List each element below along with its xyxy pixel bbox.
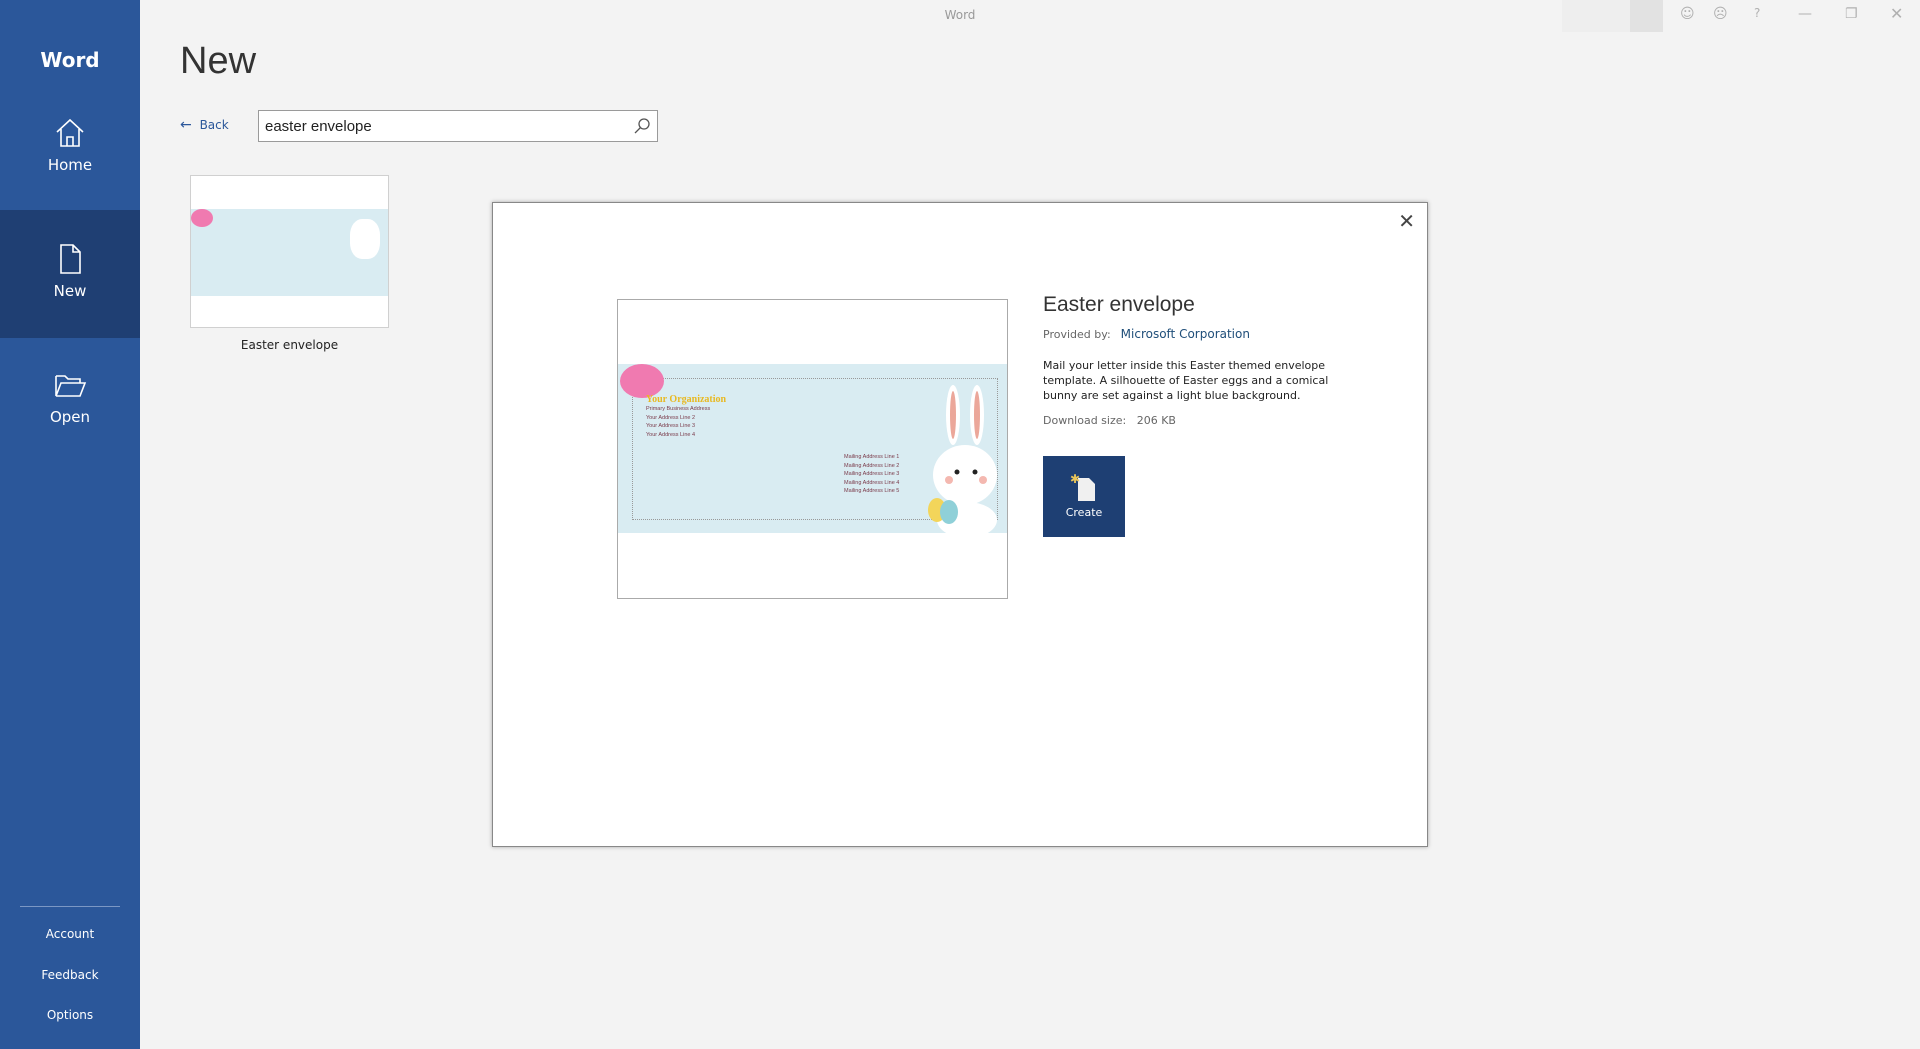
return-line: Your Address Line 3 bbox=[646, 423, 696, 429]
sidebar-divider bbox=[20, 906, 120, 907]
page-title: New bbox=[180, 40, 257, 82]
template-label[interactable]: Easter envelope bbox=[190, 338, 389, 352]
template-description: Mail your letter inside this Easter them… bbox=[1043, 359, 1329, 402]
sidebar-item-new[interactable]: New bbox=[0, 210, 140, 338]
svg-text:✱: ✱ bbox=[1070, 472, 1080, 486]
sidebar-item-label: Open bbox=[49, 408, 91, 426]
envelope-background: Your Organization Primary Business Addre… bbox=[618, 364, 1007, 533]
titlebar-blank-area bbox=[1630, 0, 1663, 32]
thumbnail-envelope-image bbox=[191, 209, 388, 296]
sidebar-item-options[interactable]: Options bbox=[0, 1008, 140, 1022]
sidebar-item-feedback[interactable]: Feedback bbox=[0, 968, 140, 982]
template-preview-image: Your Organization Primary Business Addre… bbox=[617, 299, 1008, 599]
new-document-icon bbox=[60, 244, 81, 274]
template-title: Easter envelope bbox=[1043, 293, 1195, 316]
mailing-line: Mailing Address Line 3 bbox=[844, 471, 900, 477]
sidebar-item-open[interactable]: Open bbox=[0, 368, 140, 448]
download-size: Download size: 206 KB bbox=[1043, 414, 1176, 427]
bunny-illustration bbox=[928, 385, 997, 533]
titlebar-blank-area bbox=[1562, 0, 1630, 32]
frown-feedback-icon[interactable]: ☹ bbox=[1713, 6, 1728, 22]
arrow-left-icon: ← bbox=[180, 117, 192, 133]
sidebar-item-home[interactable]: Home bbox=[0, 112, 140, 210]
provider-link[interactable]: Microsoft Corporation bbox=[1121, 327, 1250, 341]
new-document-sparkle-icon: ✱ bbox=[1070, 472, 1095, 501]
sidebar-item-label: New bbox=[53, 282, 87, 300]
mailing-line: Mailing Address Line 5 bbox=[844, 488, 900, 494]
create-label: Create bbox=[1065, 506, 1103, 519]
org-name: Your Organization bbox=[646, 394, 727, 405]
provided-by-label: Provided by: bbox=[1043, 328, 1111, 341]
search-icon[interactable] bbox=[633, 117, 651, 135]
app-name: Word bbox=[40, 48, 100, 72]
folder-open-icon bbox=[55, 375, 87, 397]
template-thumbnail[interactable] bbox=[190, 175, 389, 328]
mailing-line: Mailing Address Line 2 bbox=[844, 462, 900, 469]
search-value: easter envelope bbox=[265, 118, 372, 135]
smile-feedback-icon[interactable]: ☺ bbox=[1680, 6, 1695, 22]
sidebar: Word Home New Open Account Feedback Opti… bbox=[0, 0, 140, 1049]
create-button[interactable]: ✱ Create bbox=[1043, 456, 1125, 537]
return-line: Your Address Line 2 bbox=[646, 414, 696, 421]
provided-by: Provided by: Microsoft Corporation bbox=[1043, 327, 1250, 341]
mailing-line: Mailing Address Line 4 bbox=[844, 479, 900, 486]
sidebar-item-account[interactable]: Account bbox=[0, 927, 140, 941]
mailing-line: Mailing Address Line 1 bbox=[844, 454, 900, 460]
download-size-label: Download size: bbox=[1043, 414, 1127, 427]
return-line: Your Address Line 4 bbox=[646, 431, 696, 438]
back-label: Back bbox=[199, 118, 229, 132]
minimize-icon[interactable]: — bbox=[1798, 6, 1812, 22]
template-preview-dialog: ✕ Your Organization Primary Business Add… bbox=[492, 202, 1428, 847]
search-input[interactable]: easter envelope bbox=[258, 110, 658, 142]
download-size-value: 206 KB bbox=[1136, 414, 1176, 427]
window-close-icon[interactable]: ✕ bbox=[1890, 4, 1903, 23]
return-line: Primary Business Address bbox=[646, 406, 711, 412]
sidebar-item-label: Home bbox=[47, 156, 93, 174]
back-button[interactable]: ← Back bbox=[180, 117, 229, 133]
close-icon[interactable]: ✕ bbox=[1398, 209, 1415, 233]
help-icon[interactable]: ? bbox=[1754, 6, 1760, 20]
flower-decoration bbox=[620, 364, 664, 398]
restore-icon[interactable]: ❐ bbox=[1845, 6, 1858, 22]
home-icon bbox=[56, 118, 84, 147]
